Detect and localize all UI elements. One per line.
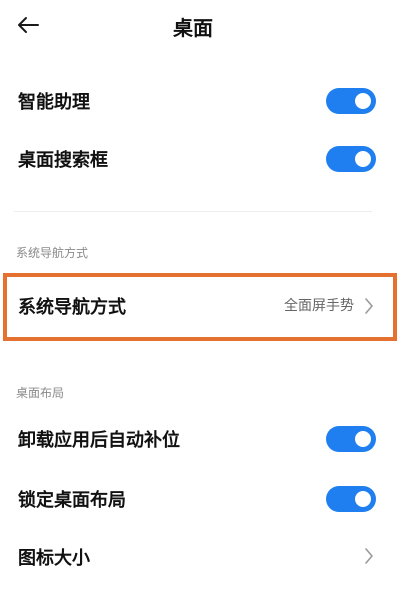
settings-screen: 桌面 智能助理 桌面搜索框 系统导航方式 系统导航方式 全面屏手势 桌面布局 卸… [0, 0, 418, 594]
setting-label: 锁定桌面布局 [18, 490, 126, 511]
setting-row-auto-fill[interactable]: 卸载应用后自动补位 [0, 412, 418, 464]
setting-label: 智能助理 [18, 92, 90, 113]
setting-row-system-navigation[interactable]: 系统导航方式 全面屏手势 [0, 273, 418, 341]
toggle-knob [355, 151, 371, 167]
toggle-knob [355, 93, 371, 109]
setting-row-icon-size[interactable]: 图标大小 [0, 530, 418, 582]
desktop-search-toggle[interactable] [326, 146, 376, 172]
setting-label: 卸载应用后自动补位 [18, 430, 180, 451]
setting-row-desktop-search[interactable]: 桌面搜索框 [0, 132, 418, 184]
section-divider [14, 211, 372, 212]
section-header-layout: 桌面布局 [16, 386, 65, 400]
setting-label: 系统导航方式 [18, 297, 126, 318]
setting-label: 桌面搜索框 [18, 150, 108, 171]
lock-layout-toggle[interactable] [326, 486, 376, 512]
auto-fill-toggle[interactable] [326, 426, 376, 452]
setting-row-smart-assistant[interactable]: 智能助理 [0, 74, 418, 126]
setting-row-lock-layout[interactable]: 锁定桌面布局 [0, 472, 418, 524]
setting-label: 图标大小 [18, 548, 90, 569]
toggle-knob [355, 431, 371, 447]
page-title: 桌面 [173, 16, 213, 40]
smart-assistant-toggle[interactable] [326, 88, 376, 114]
toggle-knob [355, 491, 371, 507]
navigation-mode-value: 全面屏手势 [284, 298, 354, 314]
chevron-right-icon [365, 298, 373, 314]
top-bar: 桌面 [0, 0, 418, 52]
chevron-right-icon [365, 548, 373, 564]
section-header-navigation: 系统导航方式 [16, 246, 89, 260]
